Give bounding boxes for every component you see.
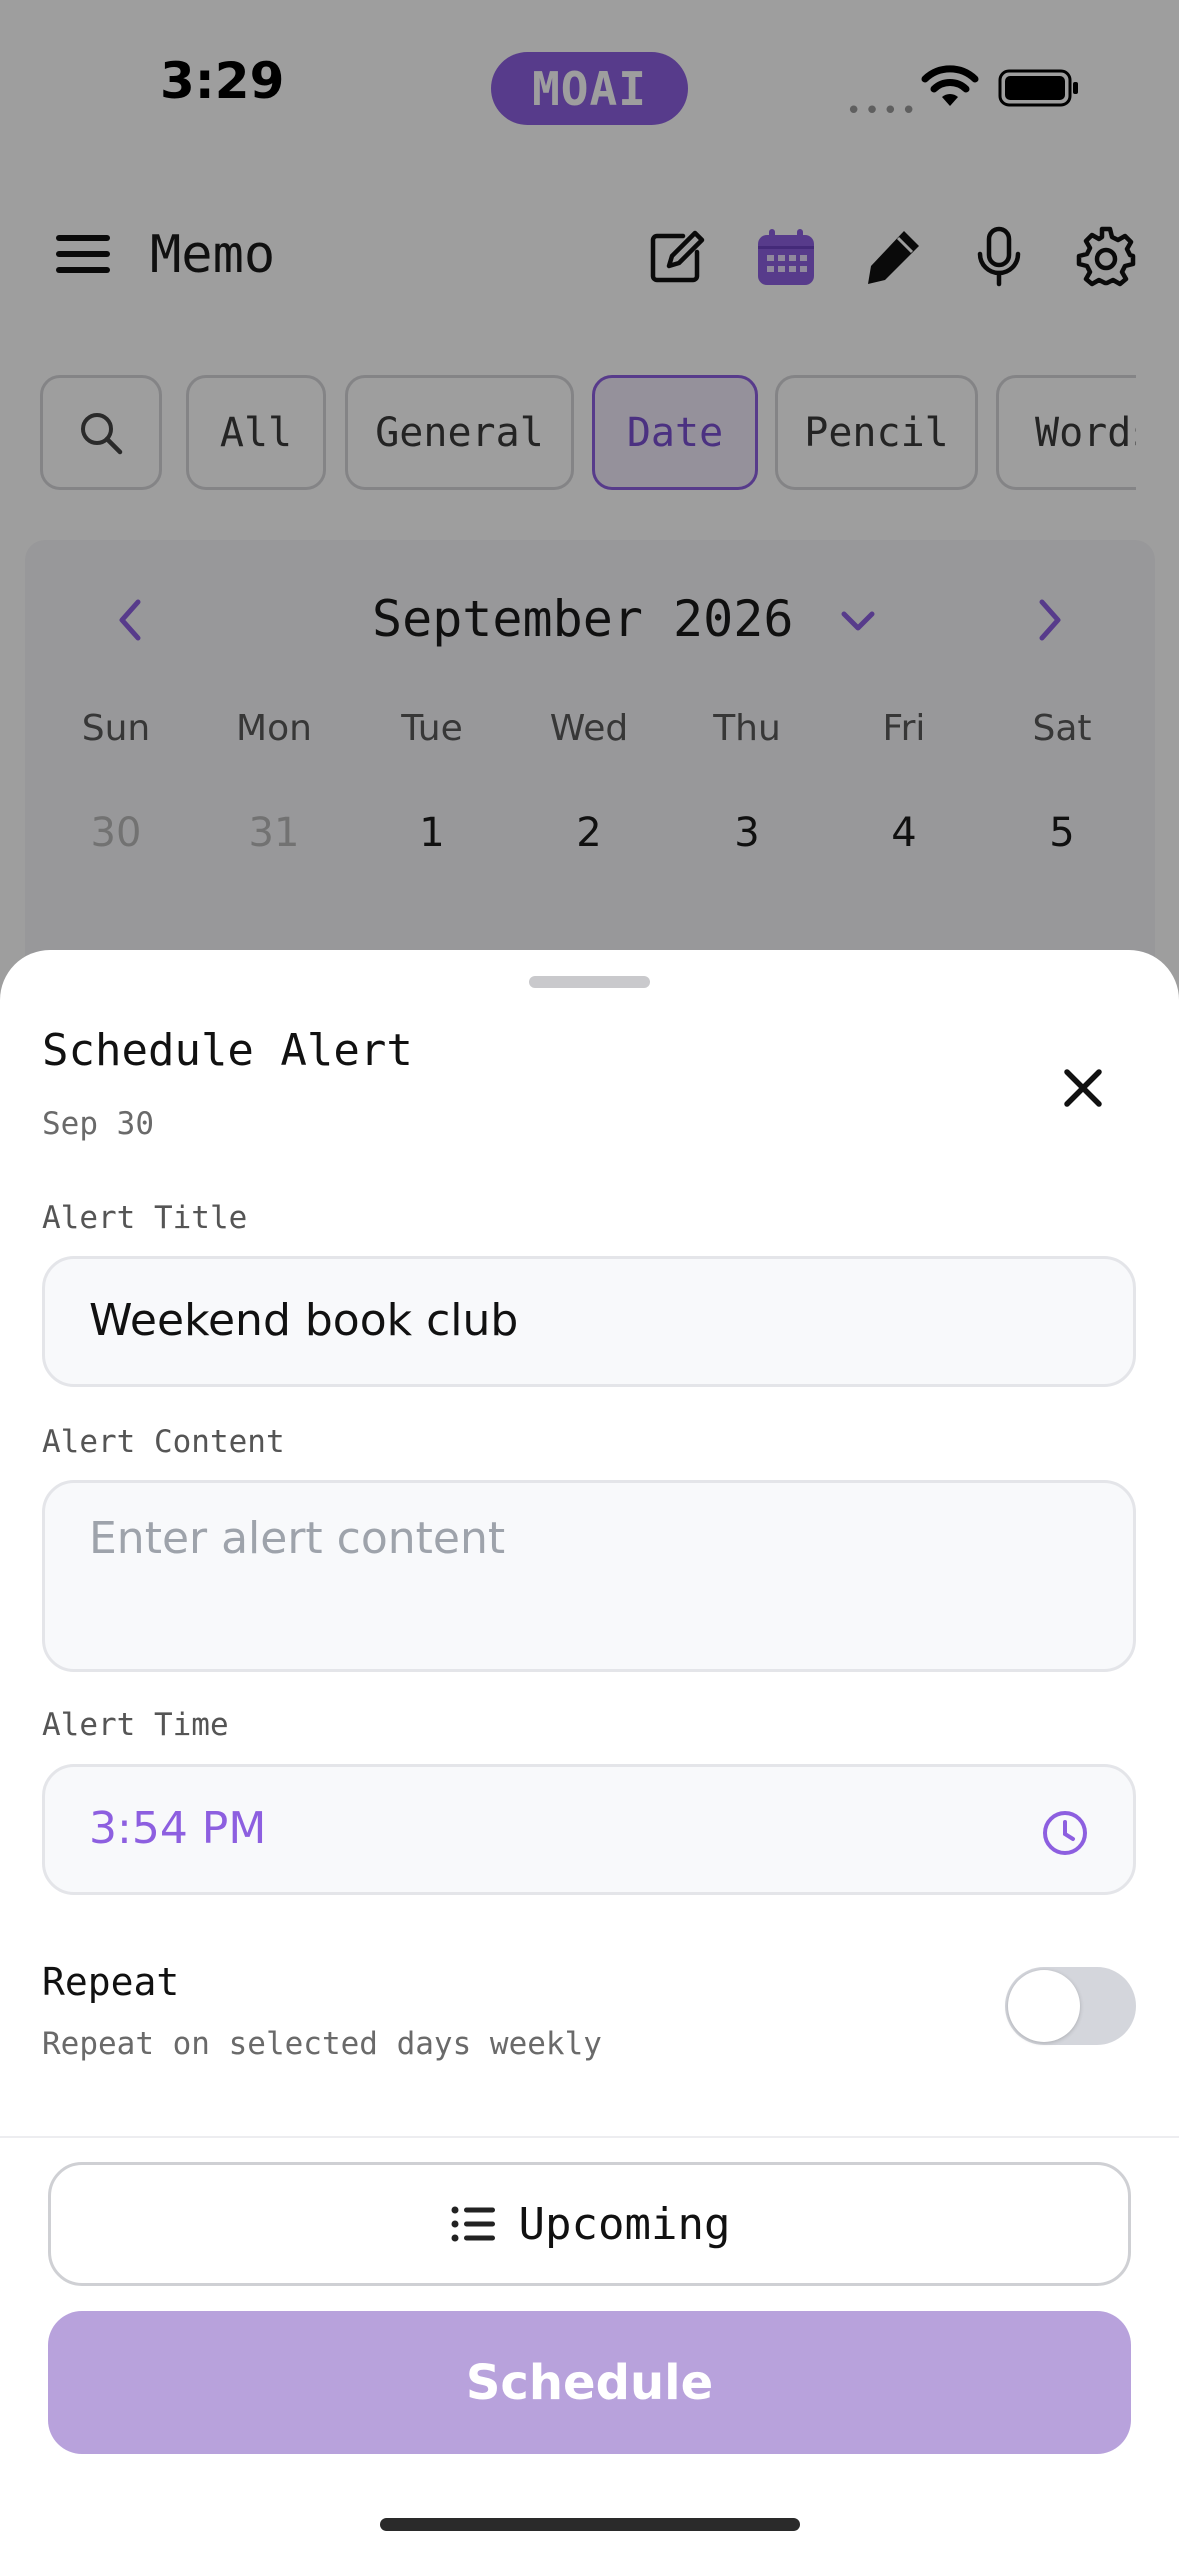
repeat-toggle-knob: [1008, 1970, 1080, 2042]
upcoming-button[interactable]: Upcoming: [48, 2162, 1131, 2286]
alert-content-placeholder: Enter alert content: [89, 1513, 506, 1564]
schedule-button-label: Schedule: [465, 2354, 714, 2411]
alert-time-value: 3:54 PM: [89, 1803, 267, 1854]
upcoming-button-label: Upcoming: [518, 2198, 731, 2250]
alert-time-label: Alert Time: [42, 1707, 229, 1743]
clock-icon: [1043, 1811, 1087, 1855]
schedule-button[interactable]: Schedule: [48, 2311, 1131, 2454]
list-icon: [451, 2206, 495, 2242]
repeat-title: Repeat: [42, 1960, 180, 2004]
alert-time-picker[interactable]: 3:54 PM: [42, 1764, 1136, 1895]
sheet-grabber[interactable]: [529, 976, 650, 988]
app-screen: 3:29 MOAI •••• Memo All General Date Pen…: [0, 0, 1179, 2556]
alert-content-input[interactable]: Enter alert content: [42, 1480, 1136, 1672]
alert-title-value: Weekend book club: [89, 1295, 519, 1346]
alert-title-input[interactable]: Weekend book club: [42, 1256, 1136, 1387]
home-indicator: [380, 2518, 800, 2531]
sheet-date: Sep 30: [42, 1106, 154, 1142]
divider: [0, 2136, 1179, 2138]
alert-title-label: Alert Title: [42, 1200, 248, 1236]
sheet-title: Schedule Alert: [42, 1025, 413, 1076]
repeat-description: Repeat on selected days weekly: [42, 2026, 602, 2062]
close-icon[interactable]: [1050, 1055, 1116, 1121]
alert-content-label: Alert Content: [42, 1424, 285, 1460]
